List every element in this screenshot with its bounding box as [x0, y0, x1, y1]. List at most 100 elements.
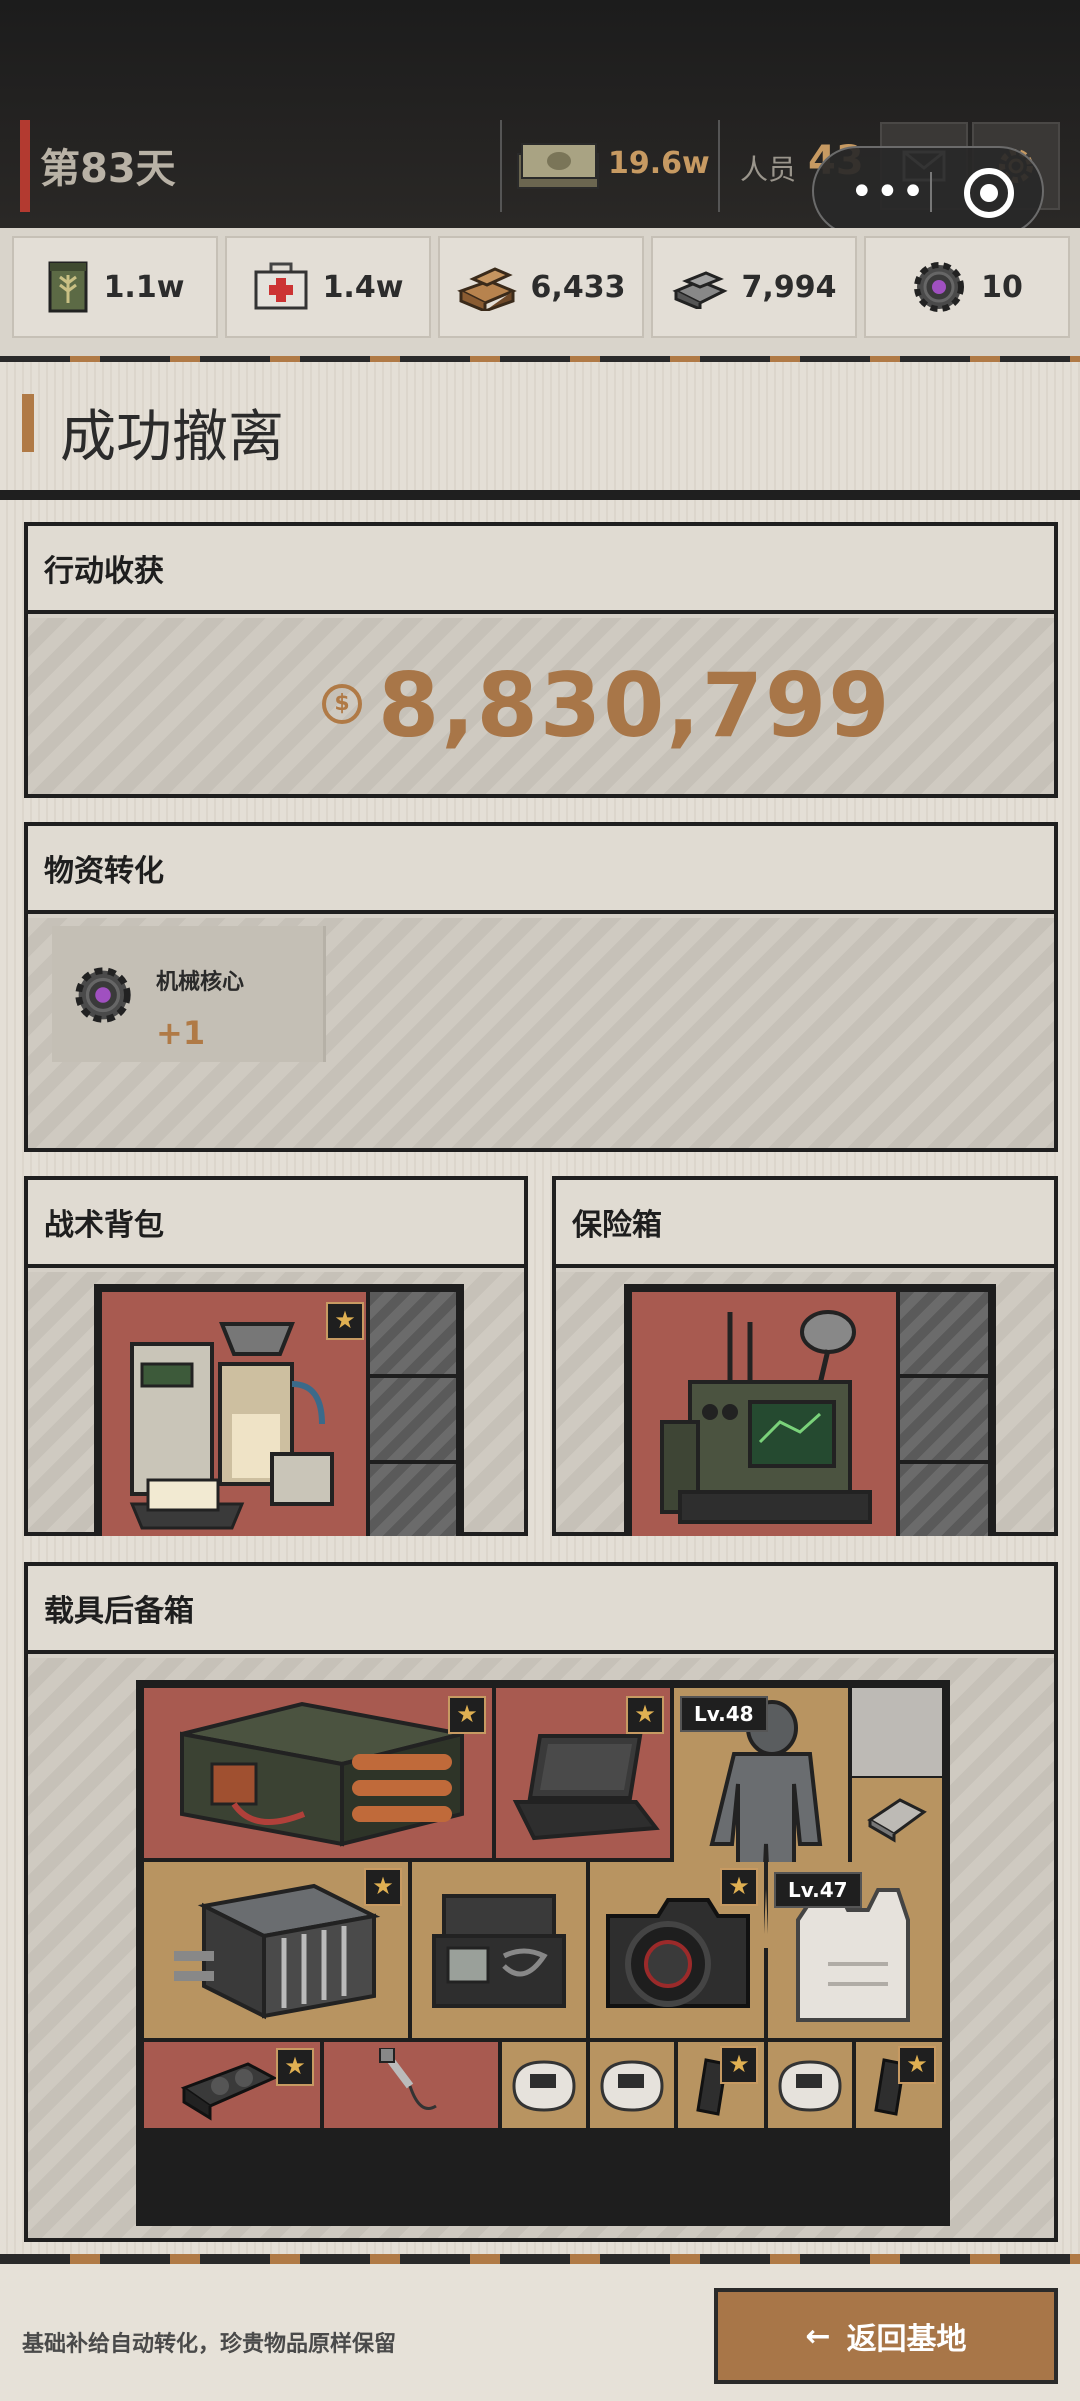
earnings-panel-title: 行动收获 [28, 526, 1054, 614]
empty-slot [370, 1378, 456, 1460]
item-slot-usb-cable[interactable] [324, 2042, 498, 2128]
day-counter: 第83天 [40, 146, 176, 192]
trunk-grid: ★ ★ Lv.48 ★ ★ Lv.47 ★ ★ ★ [136, 1680, 950, 2226]
item-slot-oximeter[interactable] [768, 2042, 852, 2128]
resource-card-mech-core[interactable]: 10 [864, 236, 1070, 338]
level-badge: Lv.47 [774, 1872, 862, 1908]
star-badge-icon: ★ [720, 1868, 758, 1906]
empty-slot [900, 1292, 988, 1374]
item-slot-radio-station[interactable] [632, 1292, 896, 1536]
star-badge-icon: ★ [364, 1868, 402, 1906]
earnings-panel: 行动收获 $ 8,830,799 [24, 522, 1058, 798]
capsule-divider [930, 172, 932, 212]
item-slot-camera[interactable]: ★ [590, 1862, 764, 2038]
item-slot-oximeter[interactable] [502, 2042, 586, 2128]
resource-value: 7,994 [741, 269, 837, 305]
medkit-icon [254, 262, 308, 310]
more-menu-icon[interactable]: ••• [850, 172, 927, 212]
conversion-panel: 物资转化 机械核心 +1 [24, 822, 1058, 1152]
item-slot-battery-crate[interactable]: ★ [144, 1688, 492, 1858]
conversion-item-card: 机械核心 +1 [52, 926, 326, 1062]
close-target-icon[interactable] [964, 168, 1014, 218]
empty-slot [370, 1464, 456, 1536]
resource-card-steel[interactable]: 7,994 [651, 236, 857, 338]
title-accent-bar [22, 394, 34, 452]
oximeter-icon [600, 2060, 664, 2112]
item-slot-phone[interactable]: ★ [856, 2042, 942, 2128]
radio-station-icon [660, 1310, 872, 1524]
empty-slot [900, 1464, 988, 1536]
divider [500, 120, 502, 212]
cable-connector-icon [379, 2048, 437, 2110]
money-amount: 19.6w [608, 146, 710, 181]
laptop-icon [512, 1734, 660, 1841]
top-bar: 第83天 19.6w 人员 43 ••• [0, 0, 1080, 236]
star-badge-icon: ★ [276, 2048, 314, 2086]
resource-value: 10 [981, 269, 1023, 305]
camera-icon [606, 1898, 750, 2008]
page-title: 成功撤离 [60, 405, 284, 470]
wood-planks-icon [456, 267, 517, 311]
oximeter-icon [778, 2060, 842, 2112]
grain-can-icon [48, 261, 88, 313]
backpack-grid: ★ [94, 1284, 464, 1536]
resource-value: 1.1w [103, 269, 185, 305]
earnings-amount: 8,830,799 [378, 654, 892, 757]
star-badge-icon: ★ [448, 1696, 486, 1734]
item-slot-phone[interactable]: ★ [678, 2042, 764, 2128]
conversion-item-delta: +1 [156, 1014, 206, 1052]
conversion-panel-title: 物资转化 [28, 826, 1054, 914]
oximeter-icon [512, 2060, 576, 2112]
resource-value: 6,433 [530, 269, 626, 305]
item-slot-device-case[interactable] [412, 1862, 586, 2038]
title-divider [0, 490, 1080, 500]
backpack-panel: 战术背包 ★ [24, 1176, 528, 1536]
level-badge: Lv.48 [680, 1696, 768, 1732]
item-slot-body-armor[interactable]: Lv.47 [768, 1862, 942, 2038]
earnings-panel-body: $ 8,830,799 [28, 618, 1054, 794]
empty-slot [370, 1292, 456, 1374]
graphics-card-icon [180, 2062, 278, 2121]
safe-box-grid [624, 1284, 996, 1536]
back-arrow-icon: ← [805, 2318, 831, 2354]
chip-icon [867, 1798, 927, 1843]
cash-stack-icon [517, 143, 599, 189]
star-badge-icon: ★ [626, 1696, 664, 1734]
item-slot-graphics-card[interactable]: ★ [144, 2042, 320, 2128]
resource-card-grain[interactable]: 1.1w [12, 236, 218, 338]
item-slot-chip[interactable] [852, 1778, 942, 1862]
mech-core-icon [914, 262, 965, 312]
backpack-panel-title: 战术背包 [28, 1180, 524, 1268]
star-badge-icon: ★ [720, 2046, 758, 2084]
safe-box-panel: 保险箱 [552, 1176, 1058, 1536]
battery-crate-icon [180, 1701, 464, 1847]
empty-slot [900, 1378, 988, 1460]
day-accent-bar [20, 120, 30, 212]
empty-slot [852, 1688, 942, 1776]
divider [718, 120, 720, 212]
item-slot-laptop[interactable]: ★ [496, 1688, 670, 1858]
trunk-panel-title: 载具后备箱 [28, 1566, 1054, 1654]
trunk-panel: 载具后备箱 ★ ★ Lv.48 ★ ★ Lv.47 ★ ★ ★ [24, 1562, 1058, 2242]
item-slot-grain-machine[interactable]: ★ [102, 1292, 366, 1536]
coin-icon: $ [322, 684, 362, 724]
resource-card-medkit[interactable]: 1.4w [225, 236, 431, 338]
mini-program-capsule[interactable]: ••• [812, 146, 1044, 236]
safe-box-panel-title: 保险箱 [556, 1180, 1054, 1268]
resource-card-wood[interactable]: 6,433 [438, 236, 644, 338]
footer-note: 基础补给自动转化，珍贵物品原样保留 [22, 2332, 397, 2357]
item-slot-engine-block[interactable]: ★ [144, 1862, 408, 2038]
steel-bars-icon [671, 271, 728, 309]
mech-core-icon [75, 967, 131, 1023]
engine-block-icon [174, 1883, 381, 2020]
star-badge-icon: ★ [326, 1302, 364, 1340]
device-case-icon [432, 1894, 566, 2008]
return-button-label: 返回基地 [846, 2322, 967, 2357]
star-badge-icon: ★ [898, 2046, 936, 2084]
conversion-item-name: 机械核心 [156, 970, 245, 995]
resource-value: 1.4w [322, 269, 404, 305]
item-slot-oximeter[interactable] [590, 2042, 674, 2128]
hazard-stripe [0, 2254, 1080, 2264]
staff-label: 人员 [740, 153, 797, 186]
return-to-base-button[interactable]: ← 返回基地 [714, 2288, 1058, 2384]
